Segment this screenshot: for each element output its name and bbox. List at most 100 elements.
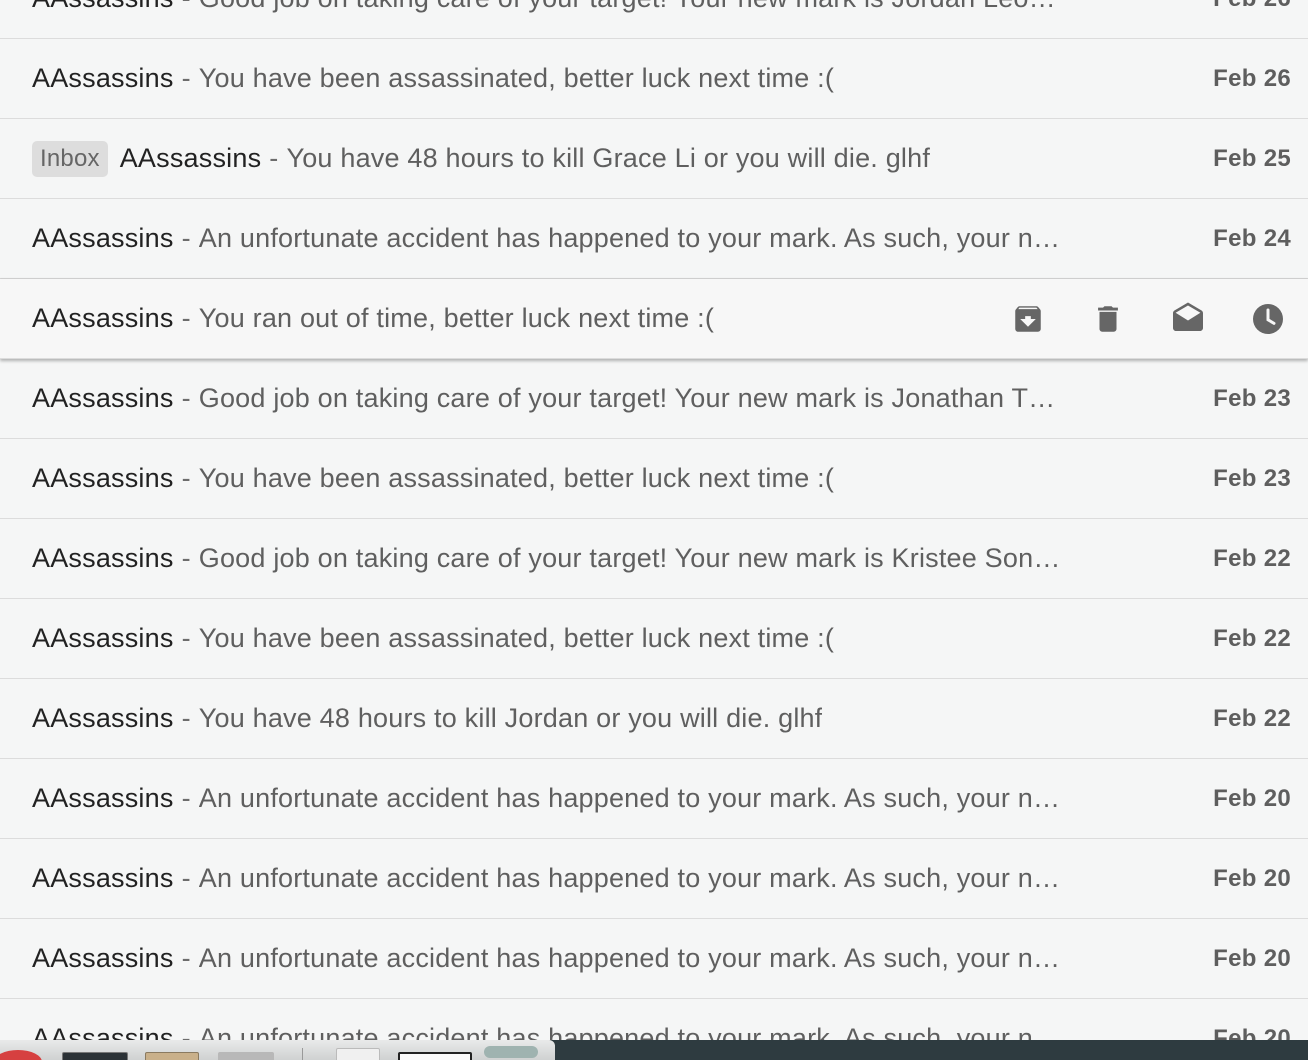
email-sender: AAssassins <box>32 63 174 93</box>
sender-separator: - <box>269 143 279 173</box>
email-row[interactable]: AAssassins-Good job on taking care of yo… <box>0 519 1308 599</box>
email-snippet: An unfortunate accident has happened to … <box>198 783 1061 813</box>
email-snippet: You have 48 hours to kill Jordan or you … <box>198 703 823 733</box>
email-summary: AAssassins-Good job on taking care of yo… <box>32 0 1098 38</box>
email-date: Feb 23 <box>1213 464 1291 492</box>
sender-separator: - <box>181 463 191 493</box>
email-summary: AAssassins-Good job on taking care of yo… <box>32 359 1098 438</box>
email-sender: AAssassins <box>32 703 174 733</box>
snooze-clock-icon[interactable] <box>1250 301 1286 337</box>
email-date: Feb 23 <box>1213 384 1291 412</box>
archive-icon[interactable] <box>1011 302 1045 336</box>
email-summary: AAssassins - You ran out of time, better l… <box>32 279 1098 358</box>
window-thumb-4[interactable] <box>398 1052 472 1060</box>
email-summary: AAssassins - An unfortunate accident has h… <box>32 919 1098 998</box>
sender-separator: - <box>181 63 191 93</box>
email-date: Feb 26 <box>1213 0 1291 38</box>
sender-separator: - <box>181 1023 191 1040</box>
email-snippet: Good job on taking care of your target! … <box>198 383 1056 413</box>
email-snippet: You have been assassinated, better luck … <box>198 623 835 653</box>
snooze-clock-button[interactable] <box>1228 279 1308 358</box>
sender-separator: - <box>181 863 191 893</box>
archive-button[interactable] <box>988 279 1068 358</box>
document-icon[interactable] <box>336 1048 380 1060</box>
email-snippet: An unfortunate accident has happened to … <box>198 863 1061 893</box>
email-sender: AAssassins <box>32 943 174 973</box>
app-icon-red[interactable] <box>0 1050 42 1060</box>
email-summary: AAssassins - An unfortunate accident has h… <box>32 839 1098 918</box>
email-snippet: Good job on taking care of your target! … <box>198 543 1061 573</box>
email-summary: AAssassins - You have 48 hours to kill Jor… <box>32 679 1098 758</box>
email-row[interactable]: Inbox AAssassins - You have 48 hours to kil… <box>0 119 1308 199</box>
email-row[interactable]: AAssassins - An unfortunate accident has h… <box>0 759 1308 839</box>
email-row[interactable]: AAssassins - You have 48 hours to kill Jor… <box>0 679 1308 759</box>
email-sender: AAssassins <box>32 223 174 253</box>
email-row[interactable]: AAssassins - An unfortunate accident has h… <box>0 199 1308 279</box>
email-sender: AAssassins <box>32 863 174 893</box>
email-sender: AAssassins <box>32 383 174 413</box>
window-thumb-1[interactable] <box>62 1052 128 1060</box>
email-row[interactable]: AAssassins - You have been assassinated, b… <box>0 39 1308 119</box>
email-sender: AAssassins <box>32 463 174 493</box>
email-date: Feb 20 <box>1213 1024 1291 1041</box>
mail-list-viewport[interactable]: AAssassins-Good job on taking care of yo… <box>0 0 1308 1040</box>
email-row[interactable]: AAssassins-Good job on taking care of yo… <box>0 359 1308 439</box>
email-sender: AAssassins <box>32 543 174 573</box>
sender-separator: - <box>181 543 191 573</box>
trash-icon[interactable] <box>1091 302 1125 336</box>
email-date: Feb 20 <box>1213 784 1291 812</box>
email-sender: AAssassins <box>32 623 174 653</box>
email-row[interactable]: AAssassins - An unfortunate accident has h… <box>0 839 1308 919</box>
email-sender: AAssassins <box>32 783 174 813</box>
email-date: Feb 22 <box>1213 704 1291 732</box>
email-summary: AAssassins - You have been assassinated, b… <box>32 39 1098 118</box>
sender-separator: - <box>181 703 191 733</box>
email-snippet: An unfortunate accident has happened to … <box>198 223 1061 253</box>
email-date: Feb 24 <box>1213 224 1291 252</box>
email-snippet: An unfortunate accident has happened to … <box>198 1023 1061 1040</box>
email-sender: AAssassins <box>32 1023 174 1040</box>
email-summary: AAssassins - An unfortunate accident has h… <box>32 759 1098 838</box>
sender-separator: - <box>181 303 191 333</box>
trash-button[interactable] <box>1068 279 1148 358</box>
email-date: Feb 26 <box>1213 64 1291 92</box>
email-date: Feb 20 <box>1213 944 1291 972</box>
email-snippet: You have been assassinated, better luck … <box>198 63 835 93</box>
email-sender: AAssassins <box>32 303 174 333</box>
window-thumb-3[interactable] <box>218 1052 274 1060</box>
email-date: Feb 20 <box>1213 864 1291 892</box>
email-snippet: You ran out of time, better luck next ti… <box>198 303 715 333</box>
email-snippet: You have been assassinated, better luck … <box>198 463 835 493</box>
email-date: Feb 22 <box>1213 544 1291 572</box>
email-row[interactable]: AAssassins - An unfortunate accident has h… <box>0 999 1308 1040</box>
email-row[interactable]: AAssassins-Good job on taking care of yo… <box>0 0 1308 39</box>
sender-separator: - <box>181 783 191 813</box>
email-row[interactable]: AAssassins - You have been assassinated, b… <box>0 439 1308 519</box>
mark-read-button[interactable] <box>1148 279 1228 358</box>
row-hover-actions <box>988 279 1308 358</box>
email-row[interactable]: AAssassins - You have been assassinated, b… <box>0 599 1308 679</box>
sender-separator: - <box>182 0 191 14</box>
email-row[interactable]: AAssassins - An unfortunate accident has h… <box>0 919 1308 999</box>
email-summary: AAssassins - An unfortunate accident has h… <box>32 199 1098 278</box>
sender-separator: - <box>181 223 191 253</box>
email-snippet: Good job on taking care of your target! … <box>199 0 1056 14</box>
sender-separator: - <box>181 943 191 973</box>
email-row[interactable]: AAssassins - You ran out of time, better l… <box>0 279 1308 359</box>
email-summary: AAssassins - An unfortunate accident has h… <box>32 999 1098 1040</box>
email-snippet: You have 48 hours to kill Grace Li or yo… <box>286 143 931 173</box>
dock-divider <box>302 1048 303 1060</box>
dock-shelf <box>0 1040 555 1060</box>
system-icon[interactable] <box>484 1046 538 1058</box>
email-summary: AAssassins-Good job on taking care of yo… <box>32 519 1098 598</box>
label-badge-inbox[interactable]: Inbox <box>32 140 108 177</box>
email-summary: AAssassins - You have been assassinated, b… <box>32 439 1098 518</box>
window-thumb-2[interactable] <box>145 1052 199 1060</box>
mail-list: AAssassins-Good job on taking care of yo… <box>0 0 1308 1040</box>
mark-read-icon[interactable] <box>1169 301 1207 337</box>
email-date: Feb 25 <box>1213 144 1291 172</box>
os-taskbar <box>0 1040 1308 1060</box>
sender-separator: - <box>181 623 191 653</box>
email-snippet: An unfortunate accident has happened to … <box>198 943 1061 973</box>
email-summary: Inbox AAssassins - You have 48 hours to kil… <box>32 119 1098 198</box>
